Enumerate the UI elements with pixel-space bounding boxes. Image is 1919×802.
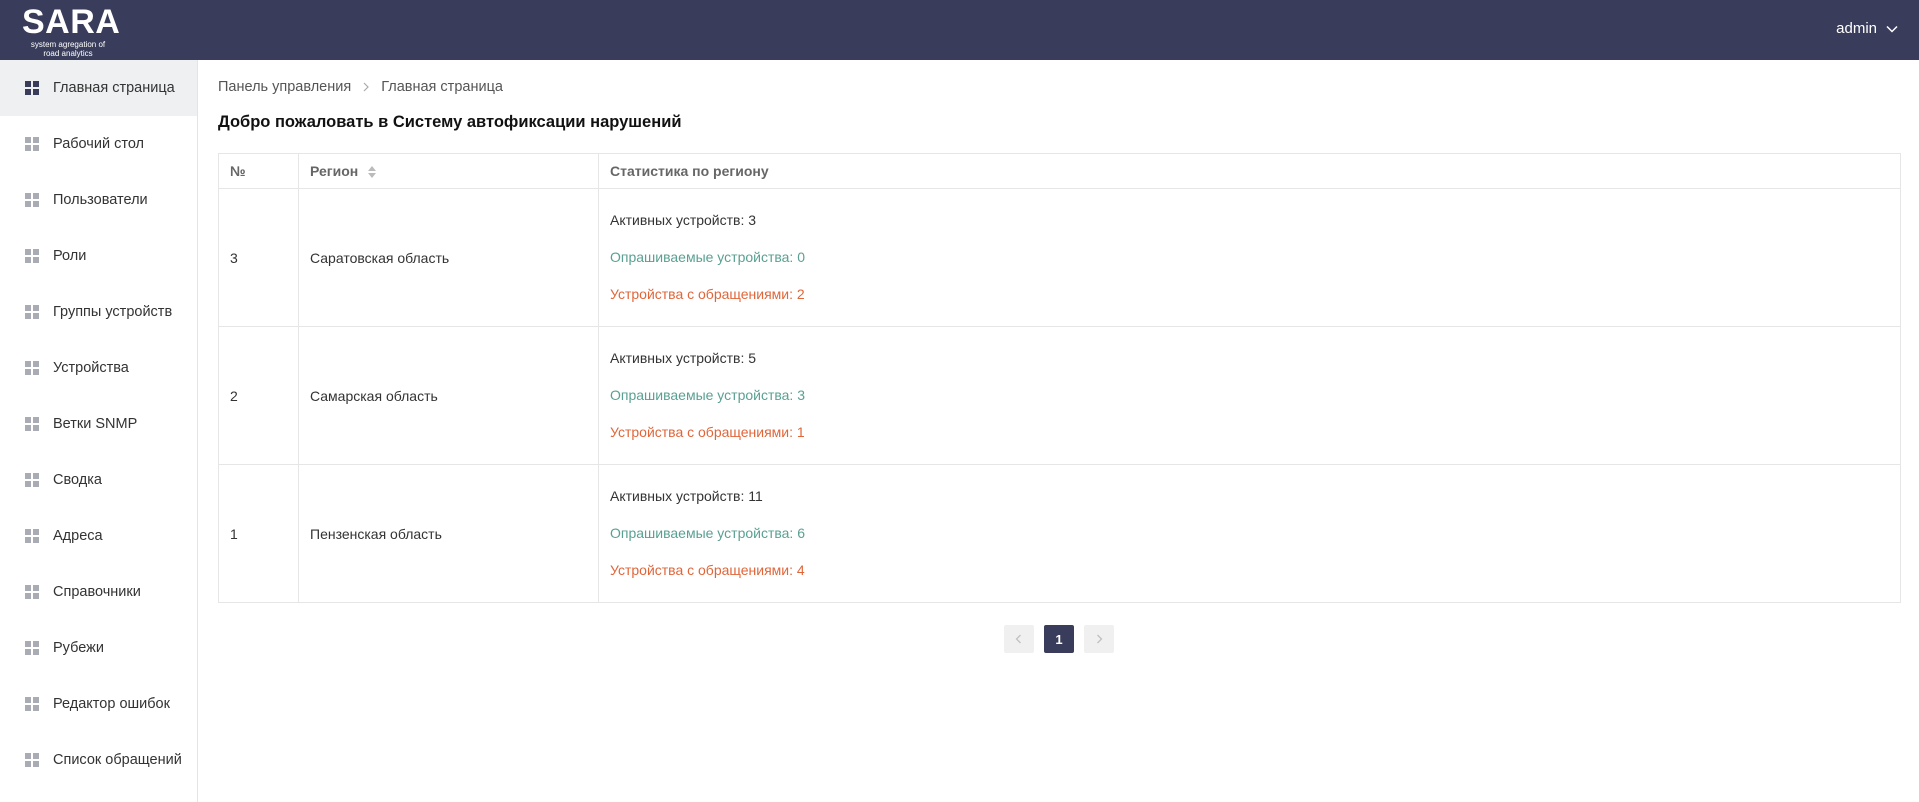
sidebar-item-label: Справочники xyxy=(53,584,141,600)
column-header-region[interactable]: Регион xyxy=(298,153,599,189)
sidebar: Главная страница Рабочий стол Пользовате… xyxy=(0,60,198,802)
next-page-button[interactable] xyxy=(1084,625,1114,653)
breadcrumb-root[interactable]: Панель управления xyxy=(218,79,351,95)
breadcrumb: Панель управления Главная страница xyxy=(218,79,503,95)
column-header-num: № xyxy=(218,153,299,189)
cell-stats: Активных устройств: 3 Опрашиваемые устро… xyxy=(598,188,1901,327)
sidebar-item-label: Рубежи xyxy=(53,640,104,656)
cell-stats: Активных устройств: 5 Опрашиваемые устро… xyxy=(598,326,1901,465)
sort-icon[interactable] xyxy=(368,166,377,179)
cell-num: 3 xyxy=(218,188,299,327)
table-row: 2 Самарская область Активных устройств: … xyxy=(218,326,1901,465)
sidebar-item-borders[interactable]: Рубежи xyxy=(0,620,197,676)
stat-appeals: Устройства с обращениями: 4 xyxy=(610,562,805,578)
top-header: SARA system agregation of road analytics… xyxy=(0,0,1919,60)
stat-polled: Опрашиваемые устройства: 3 xyxy=(610,387,806,403)
sidebar-item-label: Пользователи xyxy=(53,192,148,208)
chevron-right-icon xyxy=(1097,634,1103,644)
cell-region: Самарская область xyxy=(298,326,599,465)
stat-appeals: Устройства с обращениями: 1 xyxy=(610,424,805,440)
pagination: 1 xyxy=(1004,625,1114,653)
sidebar-item-appeals-list[interactable]: Список обращений xyxy=(0,732,197,788)
sidebar-item-snmp[interactable]: Ветки SNMP xyxy=(0,396,197,452)
stat-active: Активных устройств: 3 xyxy=(610,212,757,228)
cell-stats: Активных устройств: 11 Опрашиваемые устр… xyxy=(598,464,1901,603)
stat-appeals: Устройства с обращениями: 2 xyxy=(610,286,805,302)
grid-icon xyxy=(25,641,39,655)
chevron-left-icon xyxy=(1015,634,1021,644)
user-name: admin xyxy=(1836,20,1877,37)
grid-icon xyxy=(25,697,39,711)
grid-icon xyxy=(25,305,39,319)
cell-region: Саратовская область xyxy=(298,188,599,327)
sidebar-item-label: Ветки SNMP xyxy=(53,416,138,432)
sidebar-item-summary[interactable]: Сводка xyxy=(0,452,197,508)
grid-icon xyxy=(25,81,39,95)
sidebar-item-label: Устройства xyxy=(53,360,129,376)
table-row: 3 Саратовская область Активных устройств… xyxy=(218,188,1901,327)
chevron-right-icon xyxy=(363,82,370,92)
grid-icon xyxy=(25,249,39,263)
prev-page-button[interactable] xyxy=(1004,625,1034,653)
stat-active: Активных устройств: 11 xyxy=(610,488,763,504)
grid-icon xyxy=(25,529,39,543)
sidebar-item-error-editor[interactable]: Редактор ошибок xyxy=(0,676,197,732)
sidebar-item-users[interactable]: Пользователи xyxy=(0,172,197,228)
cell-num: 1 xyxy=(218,464,299,603)
stat-active: Активных устройств: 5 xyxy=(610,350,757,366)
sidebar-item-label: Роли xyxy=(53,248,87,264)
sidebar-item-references[interactable]: Справочники xyxy=(0,564,197,620)
grid-icon xyxy=(25,137,39,151)
cell-num: 2 xyxy=(218,326,299,465)
sidebar-item-roles[interactable]: Роли xyxy=(0,228,197,284)
grid-icon xyxy=(25,361,39,375)
sidebar-item-label: Группы устройств xyxy=(53,304,173,320)
sidebar-item-home[interactable]: Главная страница xyxy=(0,60,197,116)
grid-icon xyxy=(25,193,39,207)
table-header-row: № Регион Статистика по региону xyxy=(218,153,1901,189)
sidebar-item-label: Редактор ошибок xyxy=(53,696,170,712)
column-header-region-label: Регион xyxy=(310,163,359,179)
logo-subtitle: system agregation of road analytics xyxy=(22,40,114,58)
column-header-stats: Статистика по региону xyxy=(598,153,1901,189)
table-row: 1 Пензенская область Активных устройств:… xyxy=(218,464,1901,603)
grid-icon xyxy=(25,585,39,599)
page-title: Добро пожаловать в Систему автофиксации … xyxy=(218,113,682,131)
sidebar-item-devices[interactable]: Устройства xyxy=(0,340,197,396)
logo-subtitle-line1: system agregation of xyxy=(30,40,106,49)
sidebar-item-addresses[interactable]: Адреса xyxy=(0,508,197,564)
user-menu[interactable]: admin xyxy=(1836,20,1899,37)
sidebar-item-device-groups[interactable]: Группы устройств xyxy=(0,284,197,340)
stat-polled: Опрашиваемые устройства: 6 xyxy=(610,525,806,541)
grid-icon xyxy=(25,753,39,767)
logo[interactable]: SARA system agregation of road analytics xyxy=(22,3,122,58)
logo-title: SARA xyxy=(22,3,121,41)
sidebar-item-label: Сводка xyxy=(53,472,102,488)
sidebar-item-label: Адреса xyxy=(53,528,103,544)
logo-subtitle-line2: road analytics xyxy=(43,49,93,58)
breadcrumb-current: Главная страница xyxy=(381,79,503,95)
page-number-button[interactable]: 1 xyxy=(1044,625,1074,653)
sidebar-item-label: Главная страница xyxy=(53,80,175,96)
chevron-down-icon xyxy=(1886,25,1898,33)
regions-table: № Регион Статистика по региону 3 Саратов… xyxy=(218,153,1901,603)
sidebar-item-desktop[interactable]: Рабочий стол xyxy=(0,116,197,172)
grid-icon xyxy=(25,417,39,431)
stat-polled: Опрашиваемые устройства: 0 xyxy=(610,249,806,265)
cell-region: Пензенская область xyxy=(298,464,599,603)
grid-icon xyxy=(25,473,39,487)
sidebar-item-label: Список обращений xyxy=(53,752,182,768)
sidebar-item-label: Рабочий стол xyxy=(53,136,145,152)
